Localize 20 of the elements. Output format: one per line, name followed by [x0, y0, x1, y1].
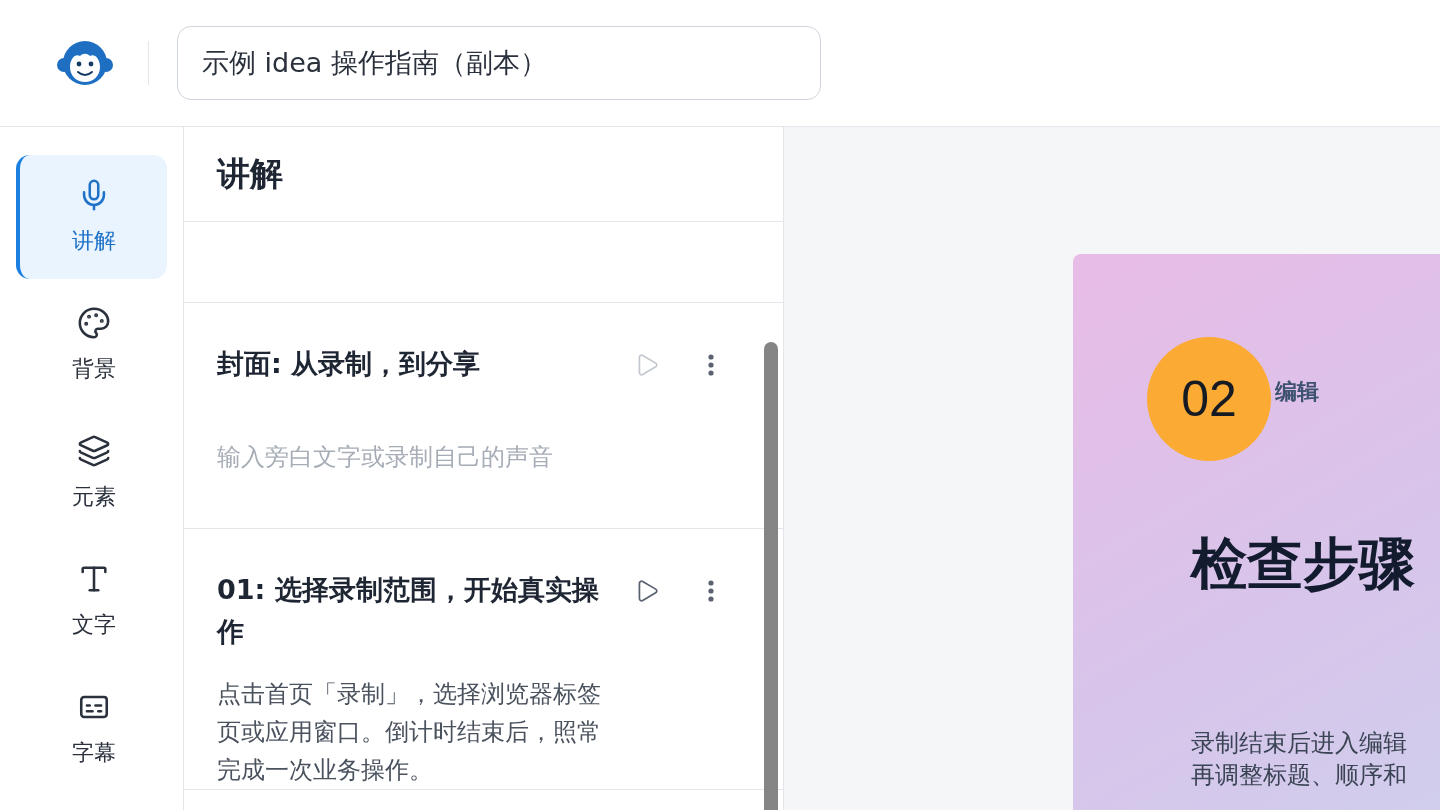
monkey-logo[interactable] [56, 38, 114, 88]
nav-tab[interactable]: 文字 [16, 539, 167, 663]
vertical-dots-icon [708, 354, 714, 376]
vertical-dots-icon [708, 580, 714, 602]
slide-body: 录制结束后进入编辑 再调整标题、顺序和 [1191, 728, 1408, 791]
step-number: 02 [1147, 337, 1271, 461]
palette-icon [76, 306, 111, 340]
nav-tab[interactable]: 元素 [16, 411, 167, 535]
layers-icon [76, 434, 111, 468]
panel-title: 讲解 [217, 152, 283, 195]
title-field[interactable]: 示例 idea 操作指南（副本） [177, 26, 821, 100]
nav-tab[interactable]: 讲解 [16, 155, 167, 279]
section-label: 编辑 [1275, 378, 1319, 406]
slide-title: 检查步骤 [1191, 530, 1416, 598]
scrollbar[interactable] [764, 342, 778, 810]
scene-title: 01: 选择录制范围，开始真实操作 [217, 573, 600, 649]
nav-tab[interactable]: 字幕 [16, 667, 167, 791]
narration-text[interactable]: 点击首页「录制」，选择浏览器标签页或应用窗口。倒计时结束后，照常完成一次业务操作。 [217, 675, 617, 789]
scene-title: 封面: 从录制，到分享 [217, 347, 482, 381]
nav-tab[interactable]: 背景 [16, 283, 167, 407]
